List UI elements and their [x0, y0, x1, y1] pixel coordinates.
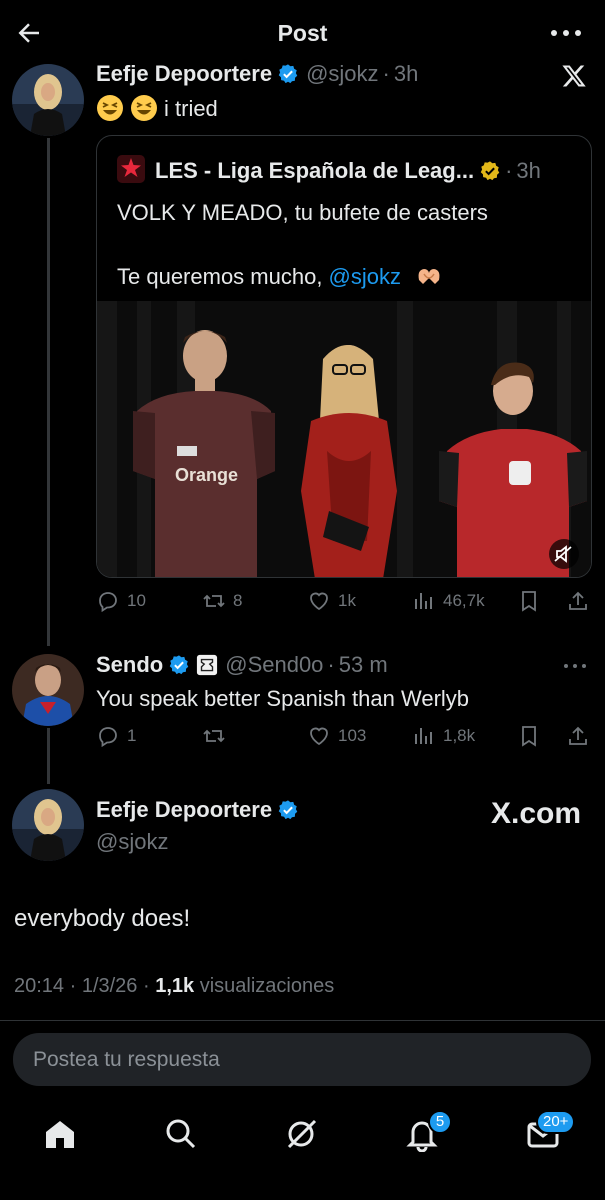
notifications-badge: 5 — [428, 1110, 452, 1134]
divider — [0, 1020, 605, 1021]
arrow-left-icon[interactable] — [14, 18, 44, 48]
reply-count: 1 — [127, 726, 137, 745]
jersey-text: Orange — [175, 465, 238, 485]
bookmark-button[interactable] — [517, 724, 548, 748]
share-icon — [569, 591, 587, 610]
verified-badge-icon — [278, 800, 298, 820]
repost-button[interactable] — [202, 724, 233, 748]
like-button[interactable]: 1k — [307, 589, 356, 613]
author-handle[interactable]: @Send0o — [225, 652, 323, 678]
reply-button[interactable]: 1 — [96, 724, 136, 748]
reply-post-actions: 1 103 1,8k — [96, 724, 592, 754]
reply-icon — [99, 592, 117, 613]
more-horizontal-icon[interactable] — [549, 22, 583, 44]
reply-post-text: You speak better Spanish than Werlyb — [96, 686, 470, 711]
views-label: visualizaciones — [194, 975, 335, 997]
laughing-emoji-icon — [97, 95, 123, 121]
views-count: 1,1k — [155, 975, 195, 997]
laughing-emoji-icon — [131, 95, 157, 121]
separator-dot: · — [327, 652, 335, 677]
bottom-nav: 5 20+ — [0, 1098, 605, 1200]
avatar[interactable] — [12, 654, 84, 726]
post-text-content: i tried — [164, 96, 218, 121]
messages-badge: 20+ — [536, 1110, 576, 1134]
like-count: 103 — [338, 726, 367, 745]
main-post-text: everybody does! — [14, 905, 191, 932]
post-actions: 10 8 1k 46,7k — [96, 589, 592, 619]
share-icon — [569, 726, 587, 745]
repost-icon — [203, 729, 225, 743]
views-count: 1,8k — [443, 726, 476, 745]
repost-count: 8 — [233, 591, 243, 610]
more-horizontal-icon[interactable] — [563, 661, 587, 671]
heart-icon — [310, 727, 328, 746]
verified-badge-icon — [278, 64, 298, 84]
home-icon[interactable] — [42, 1116, 78, 1152]
post-text: i tried — [96, 94, 218, 122]
les-logo-icon[interactable] — [117, 155, 145, 183]
heart-icon — [310, 592, 328, 611]
author-handle[interactable]: @sjokz — [306, 61, 378, 87]
reply-post-header: Sendo @Send0o · 53 m — [96, 652, 388, 678]
thread-line — [47, 138, 50, 646]
repost-icon — [203, 594, 225, 608]
author-name[interactable]: Sendo — [96, 652, 163, 678]
post-time[interactable]: 53 m — [339, 652, 388, 678]
separator-dot: · — [382, 61, 390, 86]
like-count: 1k — [338, 591, 356, 610]
share-button[interactable] — [566, 724, 597, 748]
quoted-post-header: LES - Liga Española de Leag... · 3h — [155, 158, 541, 184]
reply-input[interactable] — [33, 1047, 591, 1072]
quoted-author-name[interactable]: LES - Liga Española de Leag... — [155, 158, 474, 184]
page-title: Post — [277, 19, 328, 46]
bookmark-icon — [522, 591, 536, 612]
author-name[interactable]: Eefje Depoortere — [96, 61, 272, 87]
mute-toggle-button[interactable] — [549, 539, 579, 569]
quoted-post-card[interactable]: LES - Liga Española de Leag... · 3h VOLK… — [96, 135, 592, 578]
reply-button[interactable]: 10 — [96, 589, 146, 613]
x-logo-icon — [562, 65, 586, 87]
x-com-watermark: X.com — [490, 797, 581, 830]
reply-composer[interactable] — [13, 1033, 591, 1086]
bookmark-button[interactable] — [517, 589, 548, 613]
post-time[interactable]: 3h — [394, 61, 418, 87]
thread-line — [47, 728, 50, 784]
verified-gold-badge-icon — [480, 161, 500, 181]
post-timestamp[interactable]: 20:14 · 1/3/26 · — [14, 975, 155, 997]
views-count: 46,7k — [443, 591, 485, 610]
views-chart-icon — [415, 593, 432, 609]
quoted-post-line1: VOLK Y MEADO, tu bufete de casters — [117, 200, 488, 225]
views-chart-icon — [415, 728, 432, 744]
author-name[interactable]: Eefje Depoortere — [96, 797, 272, 823]
reply-icon — [99, 727, 117, 748]
main-post-header: Eefje Depoortere — [96, 797, 299, 823]
avatar[interactable] — [12, 789, 84, 861]
quoted-post-line2: Te queremos mucho, @sjokz — [117, 262, 449, 290]
search-icon[interactable] — [163, 1116, 199, 1152]
quoted-post-video[interactable]: Orange — [97, 301, 591, 577]
bookmark-icon — [522, 726, 536, 747]
post-header: Eefje Depoortere @sjokz · 3h — [96, 61, 418, 87]
separator-dot: · — [505, 158, 513, 183]
author-handle[interactable]: @sjokz — [96, 829, 168, 855]
avatar[interactable] — [12, 64, 84, 136]
verified-badge-icon — [169, 655, 189, 675]
reply-count: 10 — [127, 591, 146, 610]
like-button[interactable]: 103 — [307, 724, 366, 748]
post-meta: 20:14 · 1/3/26 · 1,1k visualizaciones — [14, 975, 334, 998]
top-bar: Post — [0, 0, 605, 66]
grok-icon[interactable] — [284, 1116, 320, 1152]
quoted-post-line2-text: Te queremos mucho, — [117, 264, 329, 289]
speaker-muted-icon — [554, 545, 572, 563]
heart-hands-emoji-icon — [418, 269, 440, 284]
g2-affiliate-badge-icon — [197, 654, 218, 676]
repost-button[interactable]: 8 — [202, 589, 242, 613]
views-button[interactable]: 1,8k — [412, 724, 475, 748]
views-button[interactable]: 46,7k — [412, 589, 485, 613]
mention-link[interactable]: @sjokz — [329, 264, 401, 289]
share-button[interactable] — [566, 589, 597, 613]
quoted-post-time[interactable]: 3h — [516, 158, 540, 184]
